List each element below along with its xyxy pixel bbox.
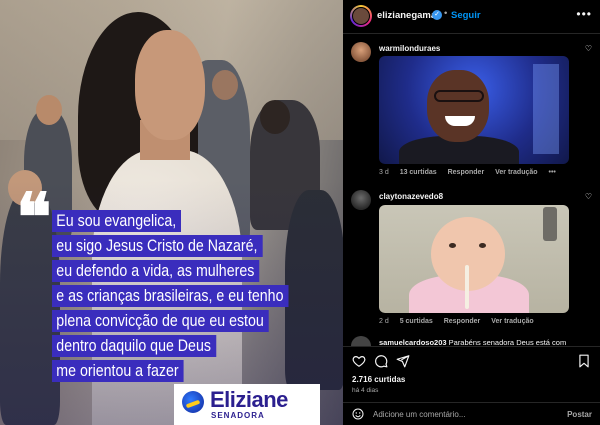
- comment-likes[interactable]: 5 curtidas: [400, 318, 433, 325]
- comment-gif: [379, 56, 569, 164]
- like-comment-heart-icon[interactable]: ♡: [585, 192, 592, 201]
- like-comment-heart-icon[interactable]: ♡: [585, 44, 592, 53]
- reply-button[interactable]: Responder: [444, 318, 481, 325]
- comment-gif: [379, 205, 569, 313]
- comment-time: 2 d: [379, 318, 389, 325]
- comment-meta: 3 d 13 curtidas Responder Ver tradução •…: [379, 169, 565, 176]
- quote-line: plena convicção de que eu estou: [52, 310, 269, 332]
- background-head: [36, 95, 62, 125]
- post-actions: [343, 346, 600, 372]
- emoji-icon[interactable]: [352, 408, 364, 420]
- quote-line: eu defendo a vida, as mulheres: [52, 260, 260, 282]
- avatar[interactable]: [350, 5, 372, 27]
- brand-subtitle: SENADORA: [211, 411, 265, 420]
- comment-input[interactable]: [373, 406, 533, 422]
- background-head: [212, 70, 238, 100]
- separator-dot: •: [444, 8, 448, 19]
- post-author-username[interactable]: elizianegama: [377, 10, 436, 21]
- post-image: ❝ Eu sou evangelica, eu sigo Jesus Crist…: [0, 0, 343, 425]
- verified-badge-icon: ✓: [432, 10, 442, 20]
- quote-line: me orientou a fazer: [52, 360, 184, 382]
- comments-panel: elizianegama ✓ • Seguir ••• warmilondura…: [343, 0, 600, 425]
- quote-line: e as crianças brasileiras, e eu tenho: [52, 285, 289, 307]
- like-heart-icon[interactable]: [352, 354, 366, 368]
- post-comment-button[interactable]: Postar: [567, 410, 592, 419]
- comment-username[interactable]: warmilonduraes: [379, 44, 440, 53]
- see-translation-button[interactable]: Ver tradução: [491, 318, 533, 325]
- comment-likes[interactable]: 13 curtidas: [400, 169, 437, 176]
- quote-text: Eu sou evangelica, eu sigo Jesus Cristo …: [52, 210, 342, 385]
- post-timestamp: há 4 dias: [352, 387, 379, 394]
- quote-mark-icon: ❝: [16, 178, 51, 256]
- post-likes-count[interactable]: 2.716 curtidas: [352, 375, 405, 384]
- share-send-icon[interactable]: [396, 354, 410, 368]
- add-comment-bar: Postar: [343, 402, 600, 425]
- quote-line: Eu sou evangelica,: [52, 210, 182, 232]
- follow-button[interactable]: Seguir: [451, 10, 481, 21]
- see-translation-button[interactable]: Ver tradução: [495, 169, 537, 176]
- background-head: [260, 100, 290, 134]
- comment-bubble-icon[interactable]: [374, 354, 388, 368]
- comment-username[interactable]: claytonazevedo8: [379, 192, 443, 201]
- comment-time: 3 d: [379, 169, 389, 176]
- avatar[interactable]: [351, 42, 371, 62]
- comment-meta: 2 d 5 curtidas Responder Ver tradução: [379, 318, 543, 325]
- save-bookmark-icon[interactable]: [577, 354, 591, 368]
- reply-button[interactable]: Responder: [448, 169, 485, 176]
- avatar[interactable]: [351, 190, 371, 210]
- post-header: elizianegama ✓ • Seguir •••: [343, 0, 600, 34]
- brand-logo-icon: [182, 391, 204, 413]
- quote-line: eu sigo Jesus Cristo de Nazaré,: [52, 235, 263, 257]
- more-options-icon[interactable]: •••: [576, 7, 592, 21]
- quote-line: dentro daquilo que Deus: [52, 335, 217, 357]
- woman-face: [135, 30, 205, 140]
- brand-logo-box: Eliziane SENADORA: [174, 384, 320, 425]
- brand-name: Eliziane: [210, 387, 288, 412]
- comment-more-icon[interactable]: •••: [549, 169, 556, 176]
